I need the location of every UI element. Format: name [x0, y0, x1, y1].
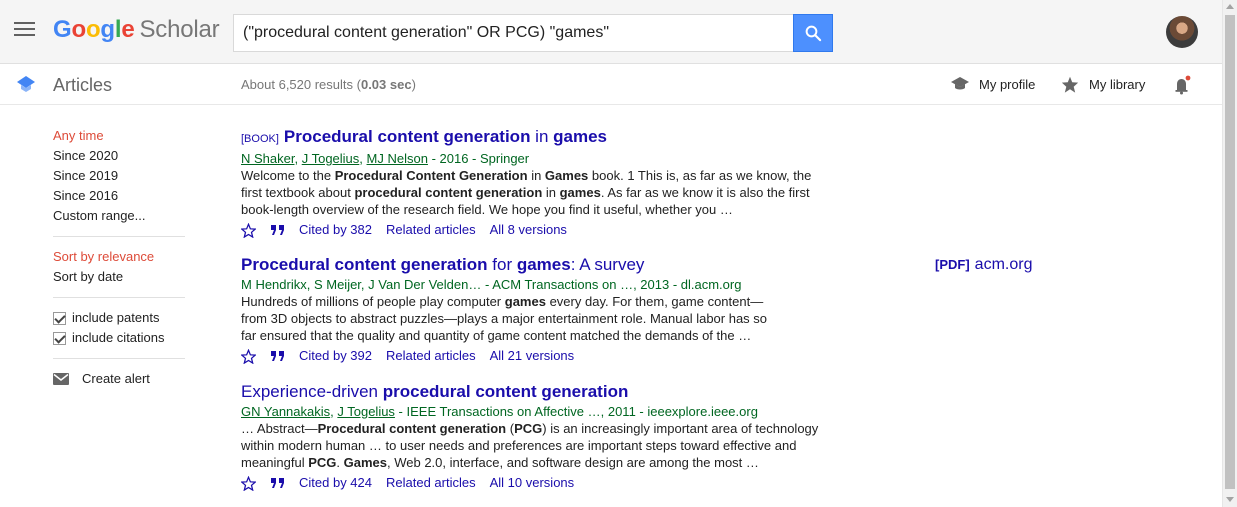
- search-box: [233, 14, 794, 52]
- menu-icon[interactable]: [14, 22, 35, 38]
- all-versions-link[interactable]: All 10 versions: [490, 473, 575, 493]
- divider: [53, 358, 185, 359]
- result-actions: Cited by 392 Related articles All 21 ver…: [241, 346, 821, 366]
- my-library-link[interactable]: My library: [1061, 76, 1145, 93]
- divider: [53, 297, 185, 298]
- result-title-link[interactable]: Experience-driven procedural content gen…: [241, 381, 821, 403]
- result-item: [BOOK] Procedural content generation in g…: [241, 126, 821, 240]
- search-input[interactable]: [234, 15, 794, 51]
- filter-since-2019[interactable]: Since 2019: [53, 166, 185, 186]
- author-link[interactable]: J Togelius: [337, 404, 395, 419]
- checkbox-checked[interactable]: [53, 331, 66, 345]
- result-meta: N Shaker, J Togelius, MJ Nelson - 2016 -…: [241, 151, 530, 166]
- result-actions: Cited by 382 Related articles All 8 vers…: [241, 220, 821, 240]
- mail-icon: [53, 373, 69, 385]
- all-versions-link[interactable]: All 8 versions: [490, 220, 567, 240]
- all-versions-link[interactable]: All 21 versions: [490, 346, 575, 366]
- vertical-scrollbar[interactable]: [1222, 0, 1237, 507]
- star-icon: [1061, 76, 1079, 93]
- author-link[interactable]: MJ Nelson: [367, 151, 428, 166]
- filter-custom-range[interactable]: Custom range...: [53, 206, 185, 226]
- result-title-link[interactable]: [BOOK] Procedural content generation in g…: [241, 126, 821, 150]
- filter-sidebar: Any time Since 2020 Since 2019 Since 201…: [53, 126, 185, 389]
- sort-by-relevance[interactable]: Sort by relevance: [53, 247, 185, 267]
- my-profile-link[interactable]: My profile: [951, 76, 1035, 92]
- checkbox-checked[interactable]: [53, 311, 66, 325]
- related-articles-link[interactable]: Related articles: [386, 473, 476, 493]
- sort-by-date[interactable]: Sort by date: [53, 267, 185, 287]
- search-icon: [805, 25, 822, 42]
- result-count: About 6,520 results (0.03 sec): [241, 77, 416, 92]
- save-star-icon[interactable]: [241, 222, 256, 238]
- related-articles-link[interactable]: Related articles: [386, 346, 476, 366]
- graduation-cap-icon: [951, 77, 969, 90]
- cited-by-link[interactable]: Cited by 382: [299, 220, 372, 240]
- result-item: Procedural content generation for games:…: [241, 254, 821, 366]
- cite-quote-icon[interactable]: [270, 350, 285, 362]
- result-snippet: … Abstract—Procedural content generation…: [241, 421, 819, 470]
- scroll-down-arrow-icon[interactable]: [1226, 497, 1234, 502]
- filter-since-2020[interactable]: Since 2020: [53, 146, 185, 166]
- result-title-link[interactable]: Procedural content generation for games:…: [241, 254, 821, 276]
- result-meta: GN Yannakakis, J Togelius - IEEE Transac…: [241, 404, 758, 419]
- divider: [53, 236, 185, 237]
- include-patents-checkbox[interactable]: include patents: [53, 308, 185, 328]
- scholar-cap-icon: [17, 76, 35, 92]
- save-star-icon[interactable]: [241, 475, 256, 491]
- include-citations-checkbox[interactable]: include citations: [53, 328, 185, 348]
- cite-quote-icon[interactable]: [270, 477, 285, 489]
- cited-by-link[interactable]: Cited by 392: [299, 346, 372, 366]
- scroll-up-arrow-icon[interactable]: [1226, 4, 1234, 9]
- search-button[interactable]: [793, 14, 833, 52]
- cite-quote-icon[interactable]: [270, 224, 285, 236]
- create-alert-button[interactable]: Create alert: [53, 369, 185, 389]
- result-snippet: Hundreds of millions of people play comp…: [241, 294, 768, 343]
- result-meta: M Hendrikx, S Meijer, J Van Der Velden… …: [241, 277, 742, 292]
- filter-any-time[interactable]: Any time: [53, 126, 185, 146]
- scroll-thumb[interactable]: [1225, 15, 1235, 489]
- top-bar: Google Scholar: [0, 0, 1222, 64]
- google-scholar-logo[interactable]: Google Scholar: [53, 16, 220, 44]
- result-actions: Cited by 424 Related articles All 10 ver…: [241, 473, 821, 493]
- related-articles-link[interactable]: Related articles: [386, 220, 476, 240]
- pdf-link[interactable]: [PDF] acm.org: [935, 256, 1032, 274]
- save-star-icon[interactable]: [241, 348, 256, 364]
- result-snippet: Welcome to the Procedural Content Genera…: [241, 168, 812, 217]
- bell-icon[interactable]: [1172, 75, 1192, 95]
- sub-header: Articles About 6,520 results (0.03 sec) …: [0, 65, 1222, 105]
- author-link[interactable]: N Shaker: [241, 151, 294, 166]
- author-link[interactable]: J Togelius: [302, 151, 360, 166]
- filter-since-2016[interactable]: Since 2016: [53, 186, 185, 206]
- author-link[interactable]: GN Yannakakis: [241, 404, 330, 419]
- result-item: Experience-driven procedural content gen…: [241, 381, 821, 493]
- cited-by-link[interactable]: Cited by 424: [299, 473, 372, 493]
- account-avatar[interactable]: [1166, 16, 1198, 48]
- section-title: Articles: [53, 75, 113, 95]
